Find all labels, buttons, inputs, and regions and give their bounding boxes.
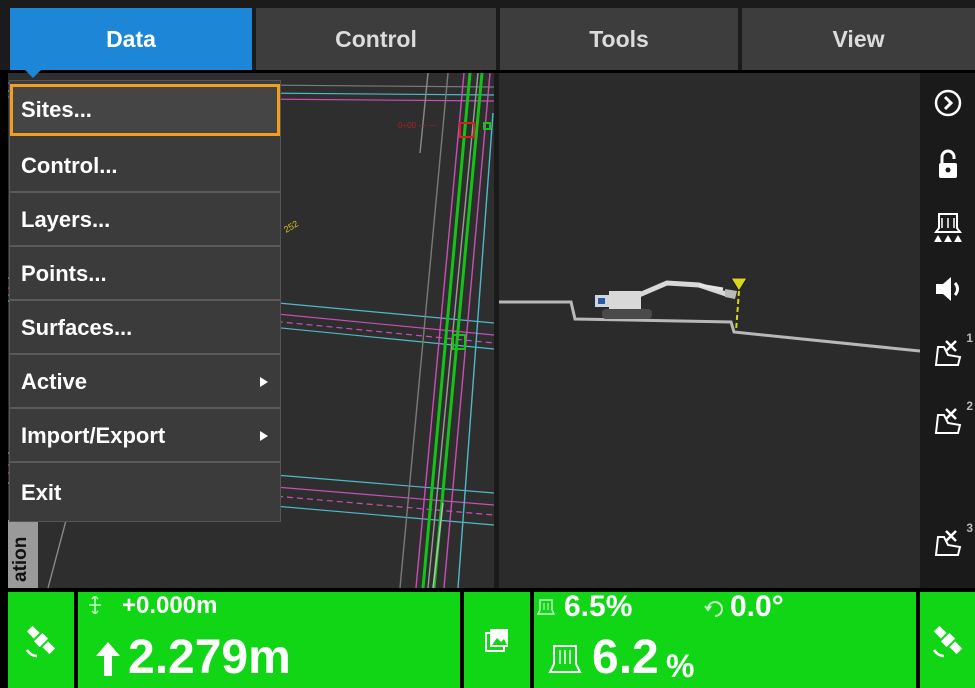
side-tab[interactable]: ation <box>8 520 38 588</box>
right-toolbar: 1 2 3 <box>920 73 975 588</box>
bucket-slope-value: 6.2 <box>592 631 659 684</box>
bucket-point-number: 1 <box>966 331 973 345</box>
menu-item-label: Points... <box>21 261 107 286</box>
menu-item-surfaces[interactable]: Surfaces... <box>10 303 280 355</box>
satellite-icon <box>932 625 963 658</box>
menu-item-sites[interactable]: Sites... <box>10 84 280 136</box>
gnss-status-right[interactable] <box>920 592 975 688</box>
menu-item-points[interactable]: Points... <box>10 249 280 301</box>
bucket-icon <box>548 645 582 673</box>
bucket-teeth-icon <box>933 213 962 242</box>
bucket-point-2-button[interactable]: 2 <box>920 391 975 451</box>
menu-item-import-export[interactable]: Import/Export <box>10 411 280 463</box>
menu-item-label: Control... <box>21 153 118 178</box>
menu-item-layers[interactable]: Layers... <box>10 195 280 247</box>
tab-pointer <box>23 68 43 78</box>
menu-item-label: Exit <box>21 480 62 505</box>
submenu-arrow-icon <box>260 377 268 387</box>
chevron-circle-right-icon <box>934 89 961 117</box>
arrow-up-icon <box>96 642 120 676</box>
bucket-point-1-button[interactable]: 1 <box>920 323 975 383</box>
tab-view[interactable]: View <box>742 8 975 70</box>
tab-data[interactable]: Data <box>10 8 252 70</box>
screen-mode-button[interactable] <box>464 592 530 688</box>
cross-slope-value: 6.5% <box>564 592 633 623</box>
menu-item-label: Layers... <box>21 207 111 232</box>
menu-item-label: Surfaces... <box>21 315 133 340</box>
bucket-small-icon <box>536 599 556 615</box>
bucket-point-icon <box>934 340 961 366</box>
ground-profile-line <box>499 300 920 353</box>
speaker-icon <box>935 277 959 301</box>
bucket-teeth-button[interactable] <box>920 197 975 257</box>
offset-icon <box>89 596 101 614</box>
svg-text:0+00 — —: 0+00 — — <box>398 121 436 130</box>
menu-item-active[interactable]: Active <box>10 357 280 409</box>
lock-button[interactable] <box>920 135 975 195</box>
target-marker-icon <box>730 277 748 292</box>
tab-control[interactable]: Control <box>256 8 496 70</box>
bucket-slope-unit: % <box>666 648 695 684</box>
bucket-point-icon <box>934 408 961 434</box>
submenu-arrow-icon <box>260 431 268 441</box>
design-offset-value: +0.000m <box>122 592 218 619</box>
bucket-point-icon <box>934 530 961 556</box>
unlock-icon <box>938 149 957 178</box>
elevation-panel[interactable]: +0.000m 2.279m <box>78 592 460 688</box>
excavator-icon <box>595 280 737 319</box>
profile-linework <box>499 277 920 353</box>
expand-toolbar-button[interactable] <box>920 73 975 133</box>
bucket-point-number: 3 <box>966 521 973 535</box>
menu-item-control[interactable]: Control... <box>10 141 280 193</box>
side-tab-label: ation <box>10 536 31 582</box>
images-icon <box>485 629 508 652</box>
profile-view[interactable] <box>499 73 920 588</box>
menu-item-label: Sites... <box>21 97 92 122</box>
data-menu: Sites... Control... Layers... Points... … <box>9 80 281 522</box>
rotation-icon <box>704 601 723 617</box>
slope-panel[interactable]: 6.5% 0.0° 6.2 % <box>534 592 916 688</box>
bucket-point-number: 2 <box>966 399 973 413</box>
menu-item-label: Import/Export <box>21 423 166 448</box>
svg-text:252: 252 <box>282 219 300 235</box>
menu-item-exit[interactable]: Exit <box>10 467 280 519</box>
menu-item-label: Active <box>21 369 88 394</box>
satellite-icon <box>25 625 56 658</box>
tab-tools[interactable]: Tools <box>500 8 738 70</box>
menu-bar: Data Control Tools View <box>0 0 975 70</box>
cut-fill-value: 2.279m <box>128 631 291 684</box>
rotation-value: 0.0° <box>730 592 784 623</box>
audio-button[interactable] <box>920 259 975 319</box>
bucket-point-3-button[interactable]: 3 <box>920 513 975 573</box>
status-bar: +0.000m 2.279m 6.5% 0.0° 6.2 % <box>0 592 975 688</box>
gnss-status-left[interactable] <box>8 592 74 688</box>
